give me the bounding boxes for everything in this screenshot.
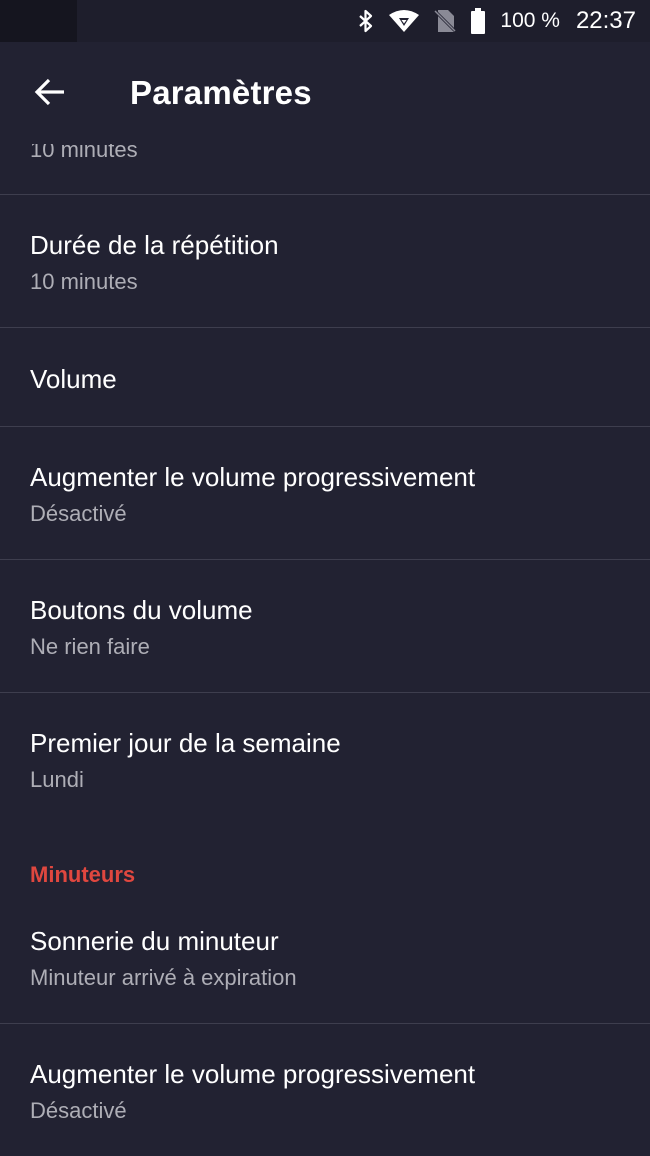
settings-item-timer-ringtone[interactable]: Sonnerie du minuteur Minuteur arrivé à e…: [0, 891, 650, 1023]
bluetooth-icon: [358, 9, 374, 33]
settings-item-alarm-crescendo[interactable]: Augmenter le volume progressivement Désa…: [0, 427, 650, 559]
settings-item-week-start[interactable]: Premier jour de la semaine Lundi: [0, 693, 650, 825]
settings-item-volume[interactable]: Volume: [0, 328, 650, 426]
settings-item-title: Sonnerie du minuteur: [30, 926, 279, 956]
settings-item-title: Premier jour de la semaine: [30, 728, 341, 758]
status-bar-left: [0, 0, 77, 42]
settings-item-title: Volume: [30, 364, 117, 394]
no-sim-icon: [434, 9, 457, 33]
settings-item-title: Augmenter le volume progressivement: [30, 1059, 476, 1089]
battery-percent: 100 %: [500, 9, 560, 32]
settings-item-volume-buttons[interactable]: Boutons du volume Ne rien faire: [0, 560, 650, 692]
status-clock: 22:37: [575, 7, 636, 34]
settings-list: 10 minutes Durée de la répétition 10 min…: [0, 144, 650, 1156]
battery-icon: [470, 8, 486, 34]
status-bar: 100 % 22:37: [0, 0, 650, 42]
arrow-left-icon: [34, 78, 66, 111]
settings-item-value: Minuteur arrivé à expiration: [30, 965, 297, 990]
settings-item-value: 10 minutes: [30, 269, 138, 294]
status-icons: 100 % 22:37: [358, 0, 636, 42]
settings-item-partial[interactable]: 10 minutes: [0, 144, 650, 194]
settings-item-snooze-duration[interactable]: Durée de la répétition 10 minutes: [0, 195, 650, 327]
back-button[interactable]: [22, 66, 78, 122]
wifi-icon: [388, 9, 420, 33]
settings-item-value: Ne rien faire: [30, 634, 150, 659]
section-header-timers: Minuteurs: [30, 862, 136, 887]
app-bar: Paramètres: [0, 42, 650, 144]
settings-item-value: 10 minutes: [30, 144, 138, 162]
settings-item-title: Augmenter le volume progressivement: [30, 462, 476, 492]
settings-item-value: Lundi: [30, 767, 84, 792]
settings-item-title: Durée de la répétition: [30, 230, 279, 260]
settings-item-title: Boutons du volume: [30, 595, 253, 625]
settings-item-timer-crescendo[interactable]: Augmenter le volume progressivement Désa…: [0, 1024, 650, 1156]
settings-item-value: Désactivé: [30, 1098, 127, 1123]
settings-item-value: Désactivé: [30, 501, 127, 526]
page-title: Paramètres: [130, 74, 312, 111]
